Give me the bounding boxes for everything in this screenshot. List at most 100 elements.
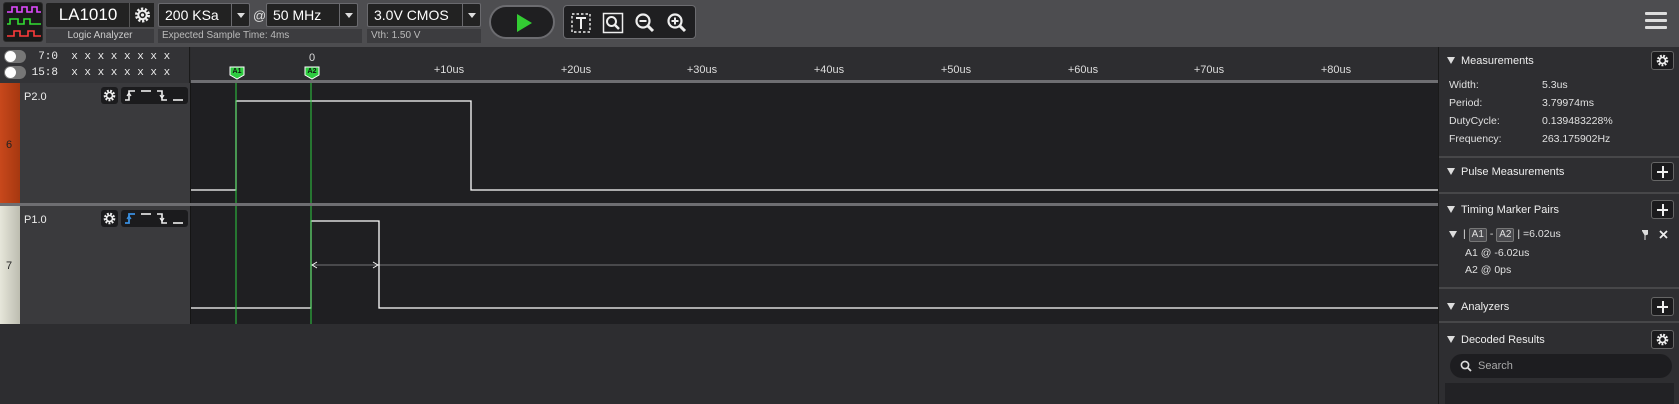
add-analyzer-button[interactable] xyxy=(1651,297,1674,316)
marker-a1-label: A1 xyxy=(232,68,242,75)
time-ruler[interactable]: 0 +10us +20us +30us +40us +50us +60us +7… xyxy=(191,47,1438,83)
add-timing-marker-pair-button[interactable] xyxy=(1651,200,1674,219)
measurement-label: Frequency: xyxy=(1449,133,1502,145)
rising-edge-trigger[interactable] xyxy=(122,87,138,104)
marker-a2-label: A2 xyxy=(307,68,317,75)
waveform-p1-0[interactable] xyxy=(191,206,1438,324)
gear-icon xyxy=(103,89,116,102)
pin-icon[interactable] xyxy=(1641,229,1649,240)
group-bits: x x x x x x x x xyxy=(71,67,171,79)
channel-settings-button[interactable] xyxy=(101,210,118,227)
gear-icon xyxy=(1656,54,1669,67)
close-icon[interactable] xyxy=(1659,230,1668,239)
collapse-icon xyxy=(1447,206,1455,213)
measurements-title: Measurements xyxy=(1461,55,1534,67)
analyzers-title: Analyzers xyxy=(1461,301,1510,313)
collapse-icon xyxy=(1447,336,1455,343)
play-icon xyxy=(517,14,532,32)
pulse-measurements-section-header[interactable]: Pulse Measurements xyxy=(1439,160,1679,184)
ruler-tick-label: +20us xyxy=(560,64,592,76)
text-select-icon xyxy=(571,13,591,33)
measurements-settings-button[interactable] xyxy=(1651,51,1674,70)
falling-edge-trigger[interactable] xyxy=(154,87,170,104)
ruler-tick-label: +30us xyxy=(686,64,718,76)
right-panel: Measurements Width: 5.3us Period: 3.79974m… xyxy=(1438,47,1679,404)
channel-name: P1.0 xyxy=(24,214,47,226)
ruler-tick-label: +10us xyxy=(433,64,465,76)
collapse-icon xyxy=(1447,303,1455,310)
marker-a-position: A1 @ -6.02us xyxy=(1465,247,1530,259)
search-input[interactable] xyxy=(1478,358,1658,374)
voltage-value: 3.0V CMOS xyxy=(374,7,449,23)
gear-icon xyxy=(1656,333,1669,346)
sample-rate-dropdown[interactable]: 200 KSa xyxy=(158,3,250,27)
device-type-label: Logic Analyzer xyxy=(46,29,154,43)
channel-number: 7 xyxy=(6,260,13,272)
low-level-icon xyxy=(173,222,183,224)
voltage-dropdown[interactable]: 3.0V CMOS xyxy=(367,3,481,27)
rising-edge-trigger[interactable] xyxy=(122,210,138,227)
falling-edge-trigger[interactable] xyxy=(154,210,170,227)
ruler-tick-label: +70us xyxy=(1193,64,1225,76)
channel-row-p1-0: 7 P1.0 xyxy=(0,206,1438,324)
sample-frequency-dropdown[interactable]: 50 MHz xyxy=(266,3,358,27)
channel-settings-button[interactable] xyxy=(101,87,118,104)
group-toggle-7-0[interactable] xyxy=(4,50,26,63)
low-level-trigger[interactable] xyxy=(170,210,186,227)
marker-a1-flag[interactable]: A1 xyxy=(229,66,245,80)
zoom-out-button[interactable] xyxy=(634,12,656,34)
collapse-icon xyxy=(1447,57,1455,64)
analyzers-section-header[interactable]: Analyzers xyxy=(1439,295,1679,319)
measurement-value: 263.175902Hz xyxy=(1542,133,1611,145)
chevron-down-icon xyxy=(231,4,249,26)
waveform-p2-0[interactable] xyxy=(191,83,1438,203)
measurement-label: Period: xyxy=(1449,97,1483,109)
device-settings-button[interactable] xyxy=(129,3,154,27)
threshold-voltage: Vth: 1.50 V xyxy=(367,29,481,43)
device-logo-icon[interactable] xyxy=(3,2,43,42)
section-divider xyxy=(1439,156,1679,158)
group-label: 7:0 xyxy=(38,51,58,63)
run-button[interactable] xyxy=(489,5,555,39)
sample-rate-value: 200 KSa xyxy=(165,7,219,23)
decoded-results-title: Decoded Results xyxy=(1461,334,1545,346)
chevron-down-icon xyxy=(462,4,480,26)
measurement-label: DutyCycle: xyxy=(1449,115,1500,127)
channel-name: P2.0 xyxy=(24,91,47,103)
decoded-results-settings-button[interactable] xyxy=(1651,330,1674,349)
decoded-results-section-header[interactable]: Decoded Results xyxy=(1439,328,1679,352)
sample-frequency-value: 50 MHz xyxy=(273,7,322,23)
marker-a2-flag[interactable]: A2 xyxy=(304,66,320,80)
rising-edge-icon xyxy=(125,213,135,224)
pulse-measurements-title: Pulse Measurements xyxy=(1461,166,1565,178)
group-row-7-0: 7:0 x x x x x x x x xyxy=(30,51,170,63)
view-tools xyxy=(563,5,696,39)
timing-marker-pairs-section-header[interactable]: Timing Marker Pairs xyxy=(1439,198,1679,222)
ruler-tick-label: +40us xyxy=(813,64,845,76)
text-cursor-tool[interactable] xyxy=(570,12,592,34)
decoded-search-box xyxy=(1450,354,1672,378)
add-pulse-measurement-button[interactable] xyxy=(1651,162,1674,181)
low-level-trigger[interactable] xyxy=(170,87,186,104)
measurements-section-header[interactable]: Measurements xyxy=(1439,49,1679,73)
low-level-icon xyxy=(173,99,183,101)
zoom-in-button[interactable] xyxy=(666,12,688,34)
channel-number: 6 xyxy=(6,139,13,151)
zoom-box-tool[interactable] xyxy=(602,12,624,34)
channel-color-strip: 7 xyxy=(0,206,20,324)
hamburger-menu-icon[interactable] xyxy=(1645,12,1667,34)
zoom-out-icon xyxy=(635,13,655,33)
pipe: | xyxy=(1514,228,1524,240)
channel-panel: P1.0 xyxy=(20,206,191,324)
falling-edge-icon xyxy=(157,90,167,101)
timing-pair-row[interactable]: | A1 - A2 | =6.02us xyxy=(1449,228,1674,244)
zoom-box-icon xyxy=(602,12,624,34)
logic-analyzer-app: LA1010 Logic Analyzer 200 KSa @ 50 MHz E… xyxy=(0,0,1679,404)
expand-pair-icon[interactable] xyxy=(1449,230,1457,238)
channel-panel: P2.0 xyxy=(20,83,191,203)
group-toggle-15-8[interactable] xyxy=(4,66,26,79)
high-level-trigger[interactable] xyxy=(138,210,154,227)
measurement-value: 5.3us xyxy=(1542,79,1568,91)
high-level-trigger[interactable] xyxy=(138,87,154,104)
ruler-zero-label: 0 xyxy=(308,52,316,64)
